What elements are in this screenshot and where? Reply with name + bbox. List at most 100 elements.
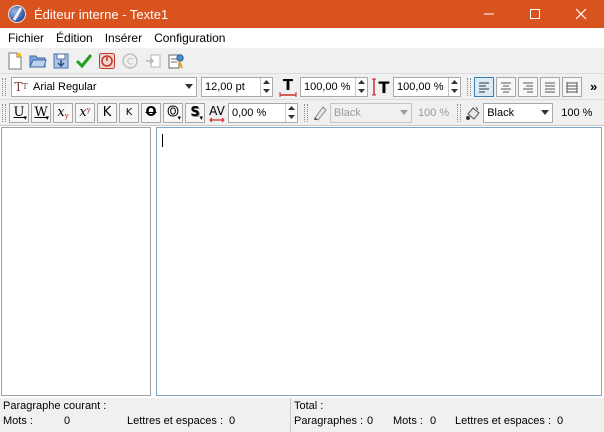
svg-text:AV: AV xyxy=(209,104,225,118)
toolbar-grip[interactable] xyxy=(457,103,462,122)
letters-label: Lettres et espaces : xyxy=(127,415,223,427)
height-scale-stepper[interactable]: 100,00 % xyxy=(393,76,461,97)
chevron-down-icon xyxy=(182,78,196,96)
spin-down-icon[interactable] xyxy=(356,87,367,96)
shadow-label: S xyxy=(190,105,200,120)
copyright-icon: C xyxy=(122,52,138,69)
properties-icon xyxy=(168,53,184,68)
toolbar-grip[interactable] xyxy=(2,77,6,96)
open-button[interactable] xyxy=(27,50,49,72)
all-caps-button[interactable]: K xyxy=(97,102,117,123)
align-force-justify-button[interactable] xyxy=(562,76,582,97)
font-name: Arial Regular xyxy=(33,80,97,93)
insert-icon xyxy=(146,54,161,67)
all-caps-label: K xyxy=(102,105,112,120)
close-button[interactable] xyxy=(558,0,604,28)
spin-down-icon[interactable] xyxy=(286,113,297,122)
font-type-icon: TT xyxy=(14,79,28,94)
underline-button[interactable]: U ▾ xyxy=(9,102,29,123)
underline-words-button[interactable]: W ▾ xyxy=(31,102,51,123)
insert-button[interactable] xyxy=(142,50,164,72)
paragraphs-value: 0 xyxy=(367,415,374,427)
small-caps-button[interactable]: K xyxy=(119,102,139,123)
font-select[interactable]: TT Arial Regular xyxy=(11,76,197,97)
copyright-button[interactable]: C xyxy=(119,50,141,72)
align-center-button[interactable] xyxy=(496,76,516,97)
toolbar-grip[interactable] xyxy=(304,103,308,122)
menu-edition[interactable]: Édition xyxy=(50,28,99,48)
toolbar-grip[interactable] xyxy=(467,77,471,96)
fill-shade-value[interactable]: 100 % xyxy=(561,107,592,119)
text-caret xyxy=(162,134,163,147)
stop-button[interactable] xyxy=(96,50,118,72)
words-label: Mots : xyxy=(3,415,33,427)
subscript-label: x xyxy=(57,105,65,120)
stroke-color-select[interactable]: Black xyxy=(330,102,412,123)
new-document-button[interactable] xyxy=(4,50,26,72)
fill-color-icon xyxy=(464,102,482,124)
total-words-value: 0 xyxy=(430,415,437,427)
total-letters-label: Lettres et espaces : xyxy=(455,415,551,427)
svg-text:T: T xyxy=(379,78,390,97)
height-scale-icon: T xyxy=(370,76,392,98)
style-list-panel[interactable] xyxy=(1,127,151,396)
toolbar-grip[interactable] xyxy=(2,103,6,122)
status-divider xyxy=(290,398,291,432)
tracking-stepper[interactable]: 0,00 % xyxy=(228,102,298,123)
status-bar: Paragraphe courant : Mots : 0 Lettres et… xyxy=(0,398,604,432)
text-editor-area[interactable] xyxy=(156,127,602,396)
toolbar-overflow-button[interactable]: » xyxy=(590,79,597,94)
maximize-button[interactable] xyxy=(512,0,558,28)
width-scale-stepper[interactable]: 100,00 % xyxy=(300,76,368,97)
superscript-button[interactable]: xy xyxy=(75,102,95,123)
align-justify-button[interactable] xyxy=(540,76,560,97)
window-controls xyxy=(466,0,604,28)
letters-value: 0 xyxy=(229,415,236,427)
superscript-icon: y xyxy=(86,105,91,114)
title-bar: Éditeur interne - Texte1 xyxy=(0,0,604,28)
minimize-button[interactable] xyxy=(466,0,512,28)
align-center-icon xyxy=(501,82,511,92)
spin-up-icon[interactable] xyxy=(286,104,297,113)
menu-bar: Fichier Édition Insérer Configuration xyxy=(0,28,604,48)
subscript-icon: y xyxy=(64,111,69,120)
spin-up-icon[interactable] xyxy=(449,78,460,87)
save-button[interactable] xyxy=(50,50,72,72)
font-size-stepper[interactable]: 12,00 pt xyxy=(201,76,273,97)
align-right-button[interactable] xyxy=(518,76,538,97)
menu-inserer[interactable]: Insérer xyxy=(99,28,148,48)
spin-down-icon[interactable] xyxy=(449,87,460,96)
font-toolbar: TT Arial Regular 12,00 pt T 100,00 % T 1… xyxy=(0,74,604,100)
stroke-shade-value[interactable]: 100 % xyxy=(418,107,449,119)
window-title: Éditeur interne - Texte1 xyxy=(34,6,169,22)
stroke-color-value: Black xyxy=(334,106,361,119)
strikethrough-label: O xyxy=(145,105,157,120)
words-value: 0 xyxy=(64,415,71,427)
width-scale-icon: T xyxy=(277,76,299,98)
align-left-button[interactable] xyxy=(474,76,494,97)
chevron-down-icon xyxy=(538,104,552,122)
align-right-icon xyxy=(523,82,533,92)
new-document-icon xyxy=(8,52,22,69)
validate-button[interactable] xyxy=(73,50,95,72)
menu-fichier[interactable]: Fichier xyxy=(2,28,50,48)
strikethrough-button[interactable]: O xyxy=(141,102,161,123)
chevron-down-icon xyxy=(397,104,411,122)
stroke-color-icon xyxy=(311,102,329,124)
paragraphs-label: Paragraphes : xyxy=(294,415,364,427)
spin-up-icon[interactable] xyxy=(261,78,272,87)
width-scale-value: 100,00 % xyxy=(304,80,351,93)
superscript-label: x xyxy=(79,105,87,120)
align-left-icon xyxy=(479,82,489,92)
spin-down-icon[interactable] xyxy=(261,87,272,96)
fill-color-select[interactable]: Black xyxy=(483,102,554,123)
shadow-button[interactable]: S ▾ xyxy=(185,102,205,123)
close-icon xyxy=(575,8,587,20)
total-label: Total : xyxy=(294,400,324,412)
menu-configuration[interactable]: Configuration xyxy=(148,28,231,48)
properties-button[interactable] xyxy=(165,50,187,72)
outline-button[interactable]: O ▾ xyxy=(163,102,183,123)
subscript-button[interactable]: xy xyxy=(53,102,73,123)
maximize-icon xyxy=(530,9,540,19)
spin-up-icon[interactable] xyxy=(356,78,367,87)
